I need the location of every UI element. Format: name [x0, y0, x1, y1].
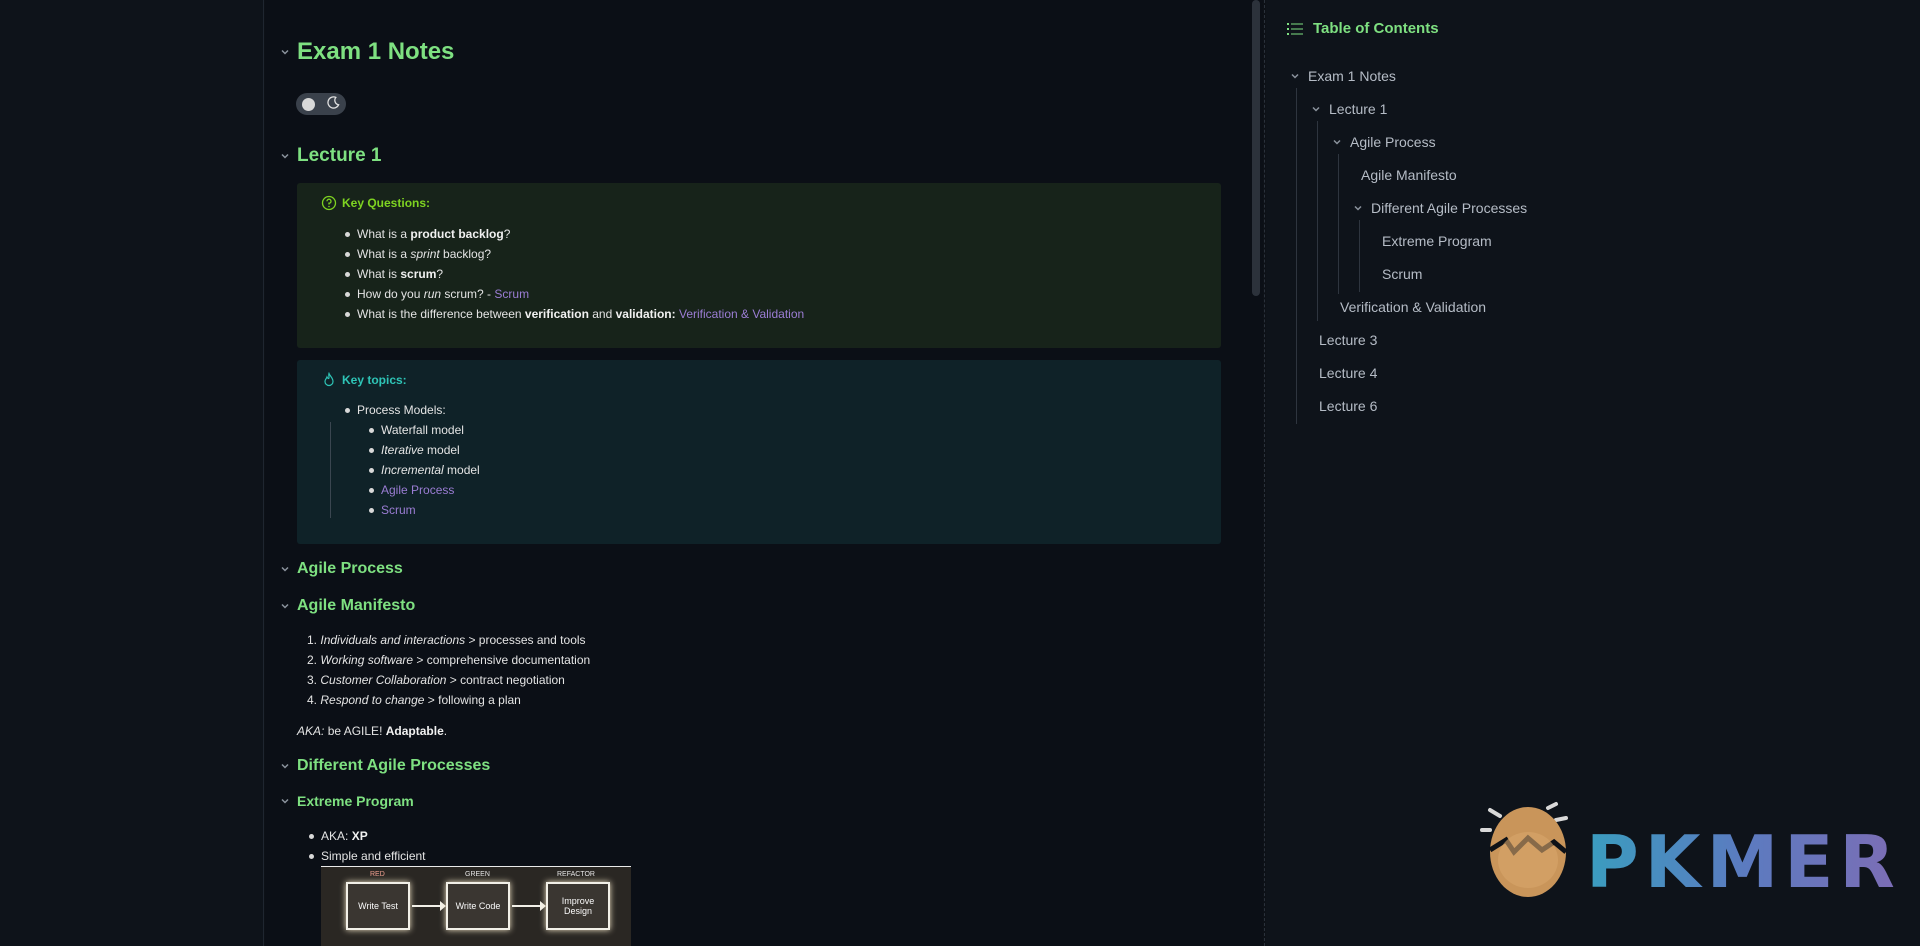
toc-item-agile-manifesto[interactable]: Agile Manifesto	[1361, 167, 1457, 183]
list-item: What is a product backlog?	[343, 224, 804, 244]
list-item: Waterfall model	[367, 420, 480, 440]
diagram-label: GREEN	[465, 871, 490, 878]
list-item: 3. Customer Collaboration > contract neg…	[307, 673, 565, 687]
toc-indent-guide	[1296, 88, 1297, 424]
diagram-arrow	[412, 901, 446, 911]
diagram-arrow	[512, 901, 546, 911]
toc-item-scrum[interactable]: Scrum	[1382, 266, 1422, 282]
chevron-down-icon[interactable]	[280, 761, 290, 771]
toc-item-different-agile-processes[interactable]: Different Agile Processes	[1353, 200, 1527, 216]
chevron-down-icon[interactable]	[280, 601, 290, 611]
toc-item-lecture-1[interactable]: Lecture 1	[1311, 101, 1387, 117]
toc-indent-guide	[1317, 121, 1318, 321]
toc-item-extreme-program[interactable]: Extreme Program	[1382, 233, 1492, 249]
heading-text: Agile Process	[297, 560, 403, 577]
list-item: Iterative model	[367, 440, 480, 460]
heading-agile-manifesto[interactable]: Agile Manifesto	[280, 597, 415, 615]
toc-item-verification-validation[interactable]: Verification & Validation	[1340, 299, 1486, 315]
list-item: Incremental model	[367, 460, 480, 480]
heading-text: Agile Manifesto	[297, 597, 416, 614]
toggle-knob	[302, 97, 315, 111]
callout-title: Key Questions:	[321, 195, 430, 211]
toc-item-agile-process[interactable]: Agile Process	[1332, 134, 1436, 150]
heading-agile-process[interactable]: Agile Process	[280, 560, 403, 578]
chevron-down-icon[interactable]	[280, 796, 290, 806]
diagram-box: Write Test	[346, 882, 410, 930]
chevron-down-icon[interactable]	[280, 151, 290, 161]
diagram-label: REFACTOR	[557, 871, 595, 878]
scrum-link[interactable]: Scrum	[381, 503, 416, 517]
chevron-down-icon[interactable]	[1290, 71, 1300, 81]
chevron-down-icon[interactable]	[280, 564, 290, 574]
chevron-down-icon[interactable]	[1311, 104, 1321, 114]
toc-indent-guide	[1359, 220, 1360, 292]
heading-text: Lecture 1	[297, 145, 382, 166]
flame-icon	[321, 371, 337, 388]
questions-list: What is a product backlog? What is a spr…	[343, 224, 804, 324]
xp-diagram-image: RED GREEN REFACTOR Write Test Write Code…	[321, 866, 631, 946]
list-item: Simple and efficient	[307, 846, 426, 866]
toc-item-exam-notes[interactable]: Exam 1 Notes	[1290, 68, 1396, 84]
list-item: How do you run scrum? - Scrum	[343, 284, 804, 304]
heading-text: Different Agile Processes	[297, 757, 491, 774]
list-item: What is the difference between verificat…	[343, 304, 804, 324]
editor-scrollbar[interactable]	[1252, 0, 1260, 296]
list-item: Scrum	[367, 500, 480, 520]
heading-text: Exam 1 Notes	[297, 38, 455, 65]
list-item: 1. Individuals and interactions > proces…	[307, 633, 586, 647]
toc-header: Table of Contents	[1287, 20, 1439, 37]
chevron-down-icon[interactable]	[280, 47, 290, 57]
diagram-box: Write Code	[446, 882, 510, 930]
scrum-link[interactable]: Scrum	[494, 287, 529, 301]
chevron-down-icon[interactable]	[1353, 203, 1363, 213]
diagram-label: RED	[370, 871, 385, 878]
aka-paragraph: AKA: be AGILE! Adaptable.	[297, 724, 448, 738]
manifesto-list: 1. Individuals and interactions > proces…	[307, 630, 590, 710]
list-item: Agile Process	[367, 480, 480, 500]
diagram-box: Improve Design	[546, 882, 610, 930]
list-item: What is a sprint backlog?	[343, 244, 804, 264]
left-gutter	[0, 0, 264, 946]
list-item: 2. Working software > comprehensive docu…	[307, 653, 591, 667]
chevron-down-icon[interactable]	[1332, 137, 1342, 147]
heading-text: Extreme Program	[297, 793, 414, 809]
key-topics-callout: Key topics: Process Models: Waterfall mo…	[297, 360, 1221, 544]
question-circle-icon	[321, 195, 337, 211]
agile-process-link[interactable]: Agile Process	[381, 483, 454, 497]
heading-exam-notes[interactable]: Exam 1 Notes	[280, 38, 454, 66]
toc-title: Table of Contents	[1313, 20, 1439, 37]
list-item: AKA: XP	[307, 826, 426, 846]
list-item: 4. Respond to change > following a plan	[307, 693, 521, 707]
indent-guide	[330, 422, 331, 518]
heading-extreme-program[interactable]: Extreme Program	[280, 793, 414, 809]
theme-toggle[interactable]	[296, 93, 346, 115]
heading-lecture-1[interactable]: Lecture 1	[280, 145, 381, 167]
toc-item-lecture-3[interactable]: Lecture 3	[1319, 332, 1377, 348]
topics-list: Process Models:	[343, 400, 446, 420]
verification-validation-link[interactable]: Verification & Validation	[679, 307, 804, 321]
process-models-list: Waterfall model Iterative model Incremen…	[367, 420, 480, 520]
moon-icon	[327, 96, 340, 112]
toc-item-lecture-4[interactable]: Lecture 4	[1319, 365, 1377, 381]
heading-different-agile-processes[interactable]: Different Agile Processes	[280, 757, 490, 775]
toc-indent-guide	[1338, 154, 1339, 294]
list-item: What is scrum?	[343, 264, 804, 284]
pane-divider[interactable]	[1264, 0, 1265, 946]
callout-title: Key topics:	[321, 371, 407, 388]
xp-list: AKA: XP Simple and efficient	[307, 826, 426, 866]
list-icon	[1287, 22, 1303, 36]
key-questions-callout: Key Questions: What is a product backlog…	[297, 183, 1221, 348]
toc-item-lecture-6[interactable]: Lecture 6	[1319, 398, 1377, 414]
list-item: Process Models:	[343, 400, 446, 420]
pkmer-watermark-text: PKMER	[1586, 820, 1901, 904]
